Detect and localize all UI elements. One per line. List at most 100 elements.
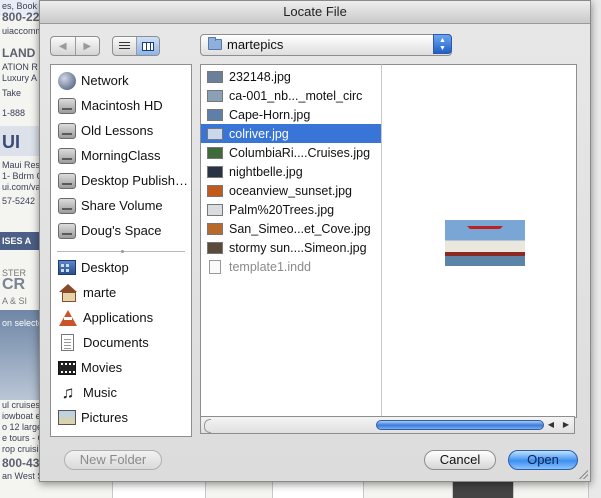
locate-file-dialog: Locate File ◀ ▶ martepics ▲ ▼ Network Mac… <box>39 0 591 482</box>
hard-disk-icon <box>58 147 76 164</box>
file-row[interactable]: stormy sun....Simeon.jpg <box>201 238 381 257</box>
background-text: 1- Bdrm Co <box>2 171 40 181</box>
sidebar-item-home[interactable]: marte <box>51 280 191 305</box>
file-row[interactable]: Palm%20Trees.jpg <box>201 200 381 219</box>
sidebar-item-morningclass[interactable]: MorningClass <box>51 143 191 168</box>
sidebar-item-movies[interactable]: Movies <box>51 355 191 380</box>
back-button[interactable]: ◀ <box>51 37 75 55</box>
background-text: o 12 large <box>2 422 40 432</box>
background-text: on selected <box>2 318 40 328</box>
image-file-icon <box>207 89 223 102</box>
scroll-thumb[interactable] <box>376 420 544 430</box>
background-thumbnail <box>112 480 206 498</box>
desktop-icon <box>58 260 76 275</box>
location-popup[interactable]: martepics ▲ ▼ <box>200 34 452 56</box>
sidebar-item-label: Music <box>83 385 117 400</box>
new-folder-button[interactable]: New Folder <box>64 450 162 470</box>
sidebar-item-label: marte <box>83 285 117 300</box>
hard-disk-icon <box>58 222 76 239</box>
background-text: ul cruises fro <box>2 400 40 410</box>
resize-grip-icon[interactable] <box>578 469 588 479</box>
column-view-button[interactable] <box>135 37 159 55</box>
file-row[interactable]: ca-001_nb..._motel_circ <box>201 86 381 105</box>
file-name: oceanview_sunset.jpg <box>229 183 352 198</box>
file-row[interactable]: ColumbiaRi....Cruises.jpg <box>201 143 381 162</box>
cancel-button[interactable]: Cancel <box>424 450 496 470</box>
sidebar-item-label: MorningClass <box>81 148 161 163</box>
background-text: ui.com/va <box>2 182 40 192</box>
arrow-left-icon: ◀ <box>547 420 555 429</box>
forward-button[interactable]: ▶ <box>74 37 100 55</box>
file-name: Palm%20Trees.jpg <box>229 202 335 217</box>
file-name: ca-001_nb..._motel_circ <box>229 88 363 103</box>
sidebar-item-dougs-space[interactable]: Doug's Space <box>51 218 191 243</box>
sidebar-item-label: Doug's Space <box>81 223 162 238</box>
file-name: colriver.jpg <box>229 126 289 141</box>
background-text: CR <box>2 276 26 293</box>
file-name: Cape-Horn.jpg <box>229 107 311 122</box>
background-text: Luxury A <box>2 73 38 83</box>
globe-icon <box>58 71 76 90</box>
background-text: 57-5242 <box>2 196 36 206</box>
location-label: martepics <box>227 37 284 52</box>
sidebar-item-desktop[interactable]: Desktop <box>51 255 191 280</box>
applications-icon <box>59 309 77 326</box>
documents-icon <box>61 333 74 351</box>
sidebar-item-music[interactable]: ♫ Music <box>51 380 191 405</box>
hard-disk-icon <box>58 197 76 214</box>
image-file-icon <box>207 222 223 235</box>
sidebar-item-documents[interactable]: Documents <box>51 330 191 355</box>
background-text: Maui Reso <box>2 160 40 170</box>
background-thumbnail <box>452 480 514 498</box>
background-text: A & SI <box>2 296 28 306</box>
sidebar-item-label: Desktop Publish… <box>81 173 188 188</box>
image-file-icon <box>207 108 223 121</box>
file-row[interactable]: colriver.jpg <box>201 124 381 143</box>
background-text: rop cruising <box>2 444 40 454</box>
scroll-left-button[interactable]: ◀ <box>544 419 558 431</box>
image-file-icon <box>207 203 223 216</box>
file-row[interactable]: oceanview_sunset.jpg <box>201 181 381 200</box>
file-row[interactable]: San_Simeo...et_Cove.jpg <box>201 219 381 238</box>
background-text: an West S <box>2 471 40 481</box>
music-icon: ♫ <box>61 382 75 402</box>
background-text: 1-888 <box>2 108 26 118</box>
movies-icon <box>58 360 76 375</box>
background-text: 800-221 <box>2 10 40 24</box>
sidebar-item-pictures[interactable]: Pictures <box>51 405 191 430</box>
sidebar-divider[interactable] <box>57 250 185 253</box>
list-view-button[interactable] <box>113 37 136 55</box>
horizontal-scrollbar[interactable]: ◀ ▶ <box>200 416 575 434</box>
image-file-icon <box>207 127 223 140</box>
image-file-icon <box>207 70 223 83</box>
sidebar-item-applications[interactable]: Applications <box>51 305 191 330</box>
background-text: LAND <box>2 46 36 60</box>
scroll-right-button[interactable]: ▶ <box>559 419 573 431</box>
background-thumbnail <box>272 480 364 498</box>
sidebar-item-network[interactable]: Network <box>51 68 191 93</box>
list-view-icon <box>118 41 130 51</box>
file-name: ColumbiaRi....Cruises.jpg <box>229 145 371 160</box>
file-row[interactable]: 232148.jpg <box>201 67 381 86</box>
folder-icon <box>208 37 222 50</box>
background-text: ATION R <box>2 62 38 72</box>
sidebar-item-share-volume[interactable]: Share Volume <box>51 193 191 218</box>
sidebar-item-label: Macintosh HD <box>81 98 163 113</box>
sidebar-item-label: Network <box>81 73 129 88</box>
file-row[interactable]: nightbelle.jpg <box>201 162 381 181</box>
sidebar-item-macintosh-hd[interactable]: Macintosh HD <box>51 93 191 118</box>
open-button[interactable]: Open <box>508 450 578 470</box>
file-row[interactable]: template1.indd <box>201 257 381 276</box>
back-arrow-icon: ◀ <box>58 40 67 52</box>
sidebar-item-old-lessons[interactable]: Old Lessons <box>51 118 191 143</box>
background-text: UI <box>2 132 20 152</box>
file-row[interactable]: Cape-Horn.jpg <box>201 105 381 124</box>
hard-disk-icon <box>58 122 76 139</box>
sidebar: Network Macintosh HD Old Lessons Morning… <box>50 64 192 437</box>
view-mode-switch <box>112 36 160 56</box>
sidebar-item-desktop-publish[interactable]: Desktop Publish… <box>51 168 191 193</box>
background-left-strip: es, Book Lit 800-221 uiaccommo LAND ATIO… <box>0 0 40 498</box>
background-text: Take <box>2 88 22 98</box>
hard-disk-icon <box>58 97 76 114</box>
hard-disk-icon <box>58 172 76 189</box>
